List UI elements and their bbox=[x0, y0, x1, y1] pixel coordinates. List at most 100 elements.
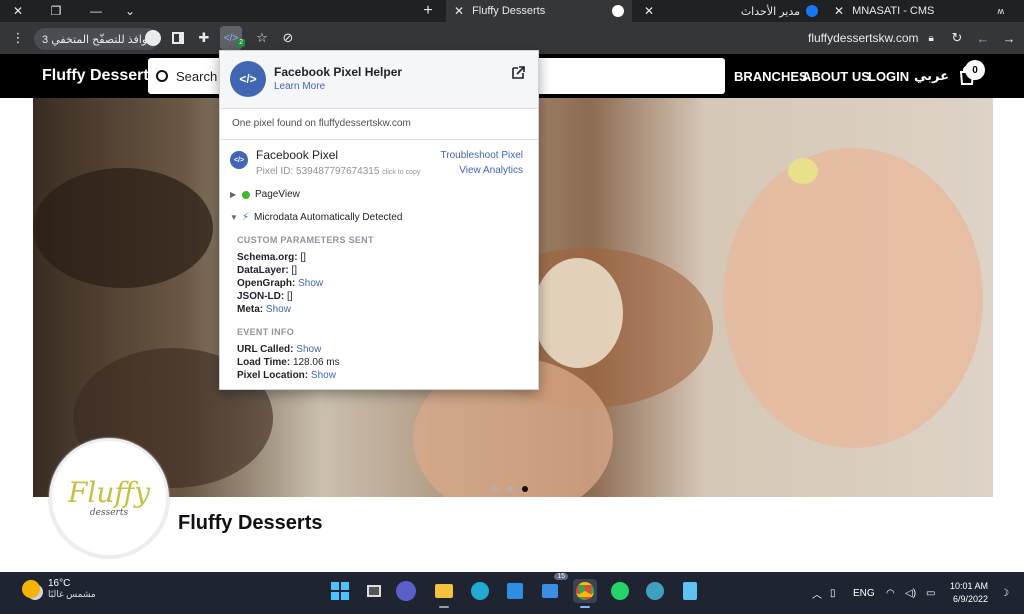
microsoft-store-icon[interactable] bbox=[503, 579, 527, 603]
task-view-icon[interactable] bbox=[362, 579, 386, 603]
tab-mnasati-cms[interactable]: ✕ MNASATI - CMS ʍ bbox=[826, 0, 1012, 22]
system-clock[interactable]: 10:01 AM 6/9/2022 bbox=[950, 580, 988, 606]
param-key: Meta: bbox=[237, 304, 264, 315]
screen: ✕ ❐ — ⌄ + ✕ Fluffy Desserts ✕ مدير الأحد… bbox=[0, 0, 1024, 614]
input-language[interactable]: ENG bbox=[853, 572, 875, 614]
chat-icon[interactable] bbox=[396, 581, 416, 601]
param-value: [] bbox=[300, 252, 306, 263]
incognito-icon[interactable] bbox=[144, 22, 162, 54]
mnasati-logo-icon: ʍ bbox=[997, 6, 1005, 16]
logo-subtitle: desserts bbox=[89, 508, 129, 518]
event-name: PageView bbox=[255, 189, 300, 200]
collapse-triangle-icon[interactable]: ▼ bbox=[230, 213, 242, 222]
url-text: fluffydessertskw.com bbox=[808, 31, 919, 45]
volume-icon[interactable]: ◁) bbox=[905, 572, 916, 614]
tab-search-icon[interactable]: ⌄ bbox=[116, 0, 144, 22]
show-hidden-icons-chevron[interactable]: ︿ bbox=[812, 572, 822, 614]
param-datalayer: DataLayer: [] bbox=[237, 265, 297, 276]
forward-icon[interactable]: ← bbox=[972, 22, 994, 54]
wifi-icon[interactable]: ◠ bbox=[886, 572, 895, 614]
event-pageview-row[interactable]: ▶ PageView bbox=[230, 189, 300, 200]
mail-icon[interactable]: 15 bbox=[538, 573, 568, 603]
back-icon[interactable]: → bbox=[998, 22, 1020, 54]
close-tab-icon[interactable]: ✕ bbox=[454, 4, 464, 18]
nav-branches[interactable]: BRANCHES bbox=[734, 54, 808, 98]
open-external-icon[interactable] bbox=[510, 65, 526, 81]
chrome-icon[interactable] bbox=[573, 579, 597, 608]
battery-pen-icon[interactable]: ▯ bbox=[830, 572, 836, 614]
divider bbox=[220, 139, 538, 140]
close-tab-icon[interactable]: ✕ bbox=[644, 4, 654, 18]
tab-title: مدير الأحداث bbox=[740, 5, 800, 18]
new-tab-button[interactable]: + bbox=[414, 0, 442, 22]
edge-icon[interactable] bbox=[468, 579, 492, 603]
side-panel-icon[interactable] bbox=[168, 22, 188, 54]
lightning-icon: ⚡︎ bbox=[242, 212, 250, 223]
tab-favicon-icon bbox=[612, 5, 624, 17]
notepad-icon[interactable] bbox=[678, 579, 702, 603]
tab-fluffy-desserts[interactable]: ✕ Fluffy Desserts bbox=[446, 0, 632, 22]
nav-about-us[interactable]: ABOUT US bbox=[802, 54, 870, 98]
pixel-code-icon: </> bbox=[230, 151, 248, 169]
close-tab-icon[interactable]: ✕ bbox=[834, 4, 844, 18]
address-bar[interactable]: fluffydessertskw.com 🔒︎ bbox=[808, 22, 934, 54]
clock-date: 6/9/2022 bbox=[952, 594, 989, 604]
info-key: Load Time: bbox=[237, 357, 291, 368]
pixel-id[interactable]: Pixel ID: 539487797674315 click to copy bbox=[256, 166, 420, 177]
popup-header: </> Facebook Pixel Helper Learn More bbox=[220, 51, 538, 109]
battery-icon[interactable]: ▭ bbox=[926, 572, 935, 614]
browser-app-icon[interactable] bbox=[643, 579, 667, 603]
weather-widget[interactable]: 16°C مشمس غالبًا bbox=[22, 578, 96, 600]
extensions-puzzle-icon[interactable]: ✚ bbox=[194, 22, 214, 54]
learn-more-link[interactable]: Learn More bbox=[274, 81, 325, 92]
nav-login[interactable]: LOGIN bbox=[868, 54, 909, 98]
carousel-dot[interactable] bbox=[492, 486, 498, 492]
pixels-found-text: One pixel found on fluffydessertskw.com bbox=[232, 118, 411, 129]
notifications-icon[interactable]: ☽ bbox=[1000, 572, 1009, 614]
show-link[interactable]: Show bbox=[296, 344, 321, 355]
info-value: 128.06 ms bbox=[292, 357, 340, 368]
close-window-icon[interactable]: ✕ bbox=[4, 0, 32, 22]
param-meta: Meta: Show bbox=[237, 304, 291, 315]
minimize-window-icon[interactable]: — bbox=[82, 0, 110, 22]
param-key: Schema.org: bbox=[237, 252, 298, 263]
facebook-icon bbox=[806, 5, 818, 17]
tab-title: Fluffy Desserts bbox=[472, 5, 546, 17]
tab-events-manager[interactable]: ✕ مدير الأحداث bbox=[636, 0, 826, 22]
weather-sun-icon bbox=[22, 580, 40, 598]
tab-title: MNASATI - CMS bbox=[852, 5, 935, 17]
file-explorer-icon[interactable] bbox=[432, 579, 456, 608]
event-microdata-row[interactable]: ▼ ⚡︎ Microdata Automatically Detected bbox=[230, 212, 402, 223]
show-link[interactable]: Show bbox=[298, 278, 323, 289]
param-json-ld: JSON-LD: [] bbox=[237, 291, 293, 302]
search-placeholder: Search bbox=[176, 68, 218, 84]
restore-window-icon[interactable]: ❐ bbox=[42, 0, 70, 22]
extension-badge: 2 bbox=[237, 39, 245, 47]
nav-language[interactable]: عربي bbox=[914, 54, 949, 98]
incognito-label: 3 نوافذ للتصفّح المتخفي bbox=[42, 33, 151, 46]
windows-start-icon[interactable] bbox=[328, 579, 352, 603]
pixel-helper-extension-icon[interactable]: </> 2 bbox=[220, 26, 245, 50]
troubleshoot-pixel-link[interactable]: Troubleshoot Pixel bbox=[441, 150, 523, 161]
view-analytics-link[interactable]: View Analytics bbox=[459, 165, 523, 176]
whatsapp-icon[interactable] bbox=[608, 579, 632, 603]
param-key: OpenGraph: bbox=[237, 278, 296, 289]
incognito-windows-chip[interactable]: 3 نوافذ للتصفّح المتخفي bbox=[34, 28, 159, 50]
reload-icon[interactable]: ↻ bbox=[946, 22, 968, 54]
click-to-copy-hint: click to copy bbox=[382, 169, 421, 176]
success-check-icon bbox=[242, 190, 250, 199]
param-value: [] bbox=[287, 291, 293, 302]
event-url-called: URL Called: Show bbox=[237, 344, 321, 355]
carousel-dot-active[interactable] bbox=[522, 486, 528, 492]
site-brand[interactable]: Fluffy Desserts bbox=[42, 54, 158, 98]
store-title: Fluffy Desserts bbox=[178, 512, 323, 534]
menu-kebab-icon[interactable]: ⋮ bbox=[8, 22, 28, 54]
show-link[interactable]: Show bbox=[311, 370, 336, 381]
lock-icon[interactable]: 🔒︎ bbox=[928, 33, 933, 44]
param-key: DataLayer: bbox=[237, 265, 289, 276]
expand-triangle-icon[interactable]: ▶ bbox=[230, 190, 242, 199]
show-link[interactable]: Show bbox=[266, 304, 291, 315]
info-key: Pixel Location: bbox=[237, 370, 309, 381]
carousel-dot[interactable] bbox=[507, 486, 513, 492]
info-key: URL Called: bbox=[237, 344, 294, 355]
